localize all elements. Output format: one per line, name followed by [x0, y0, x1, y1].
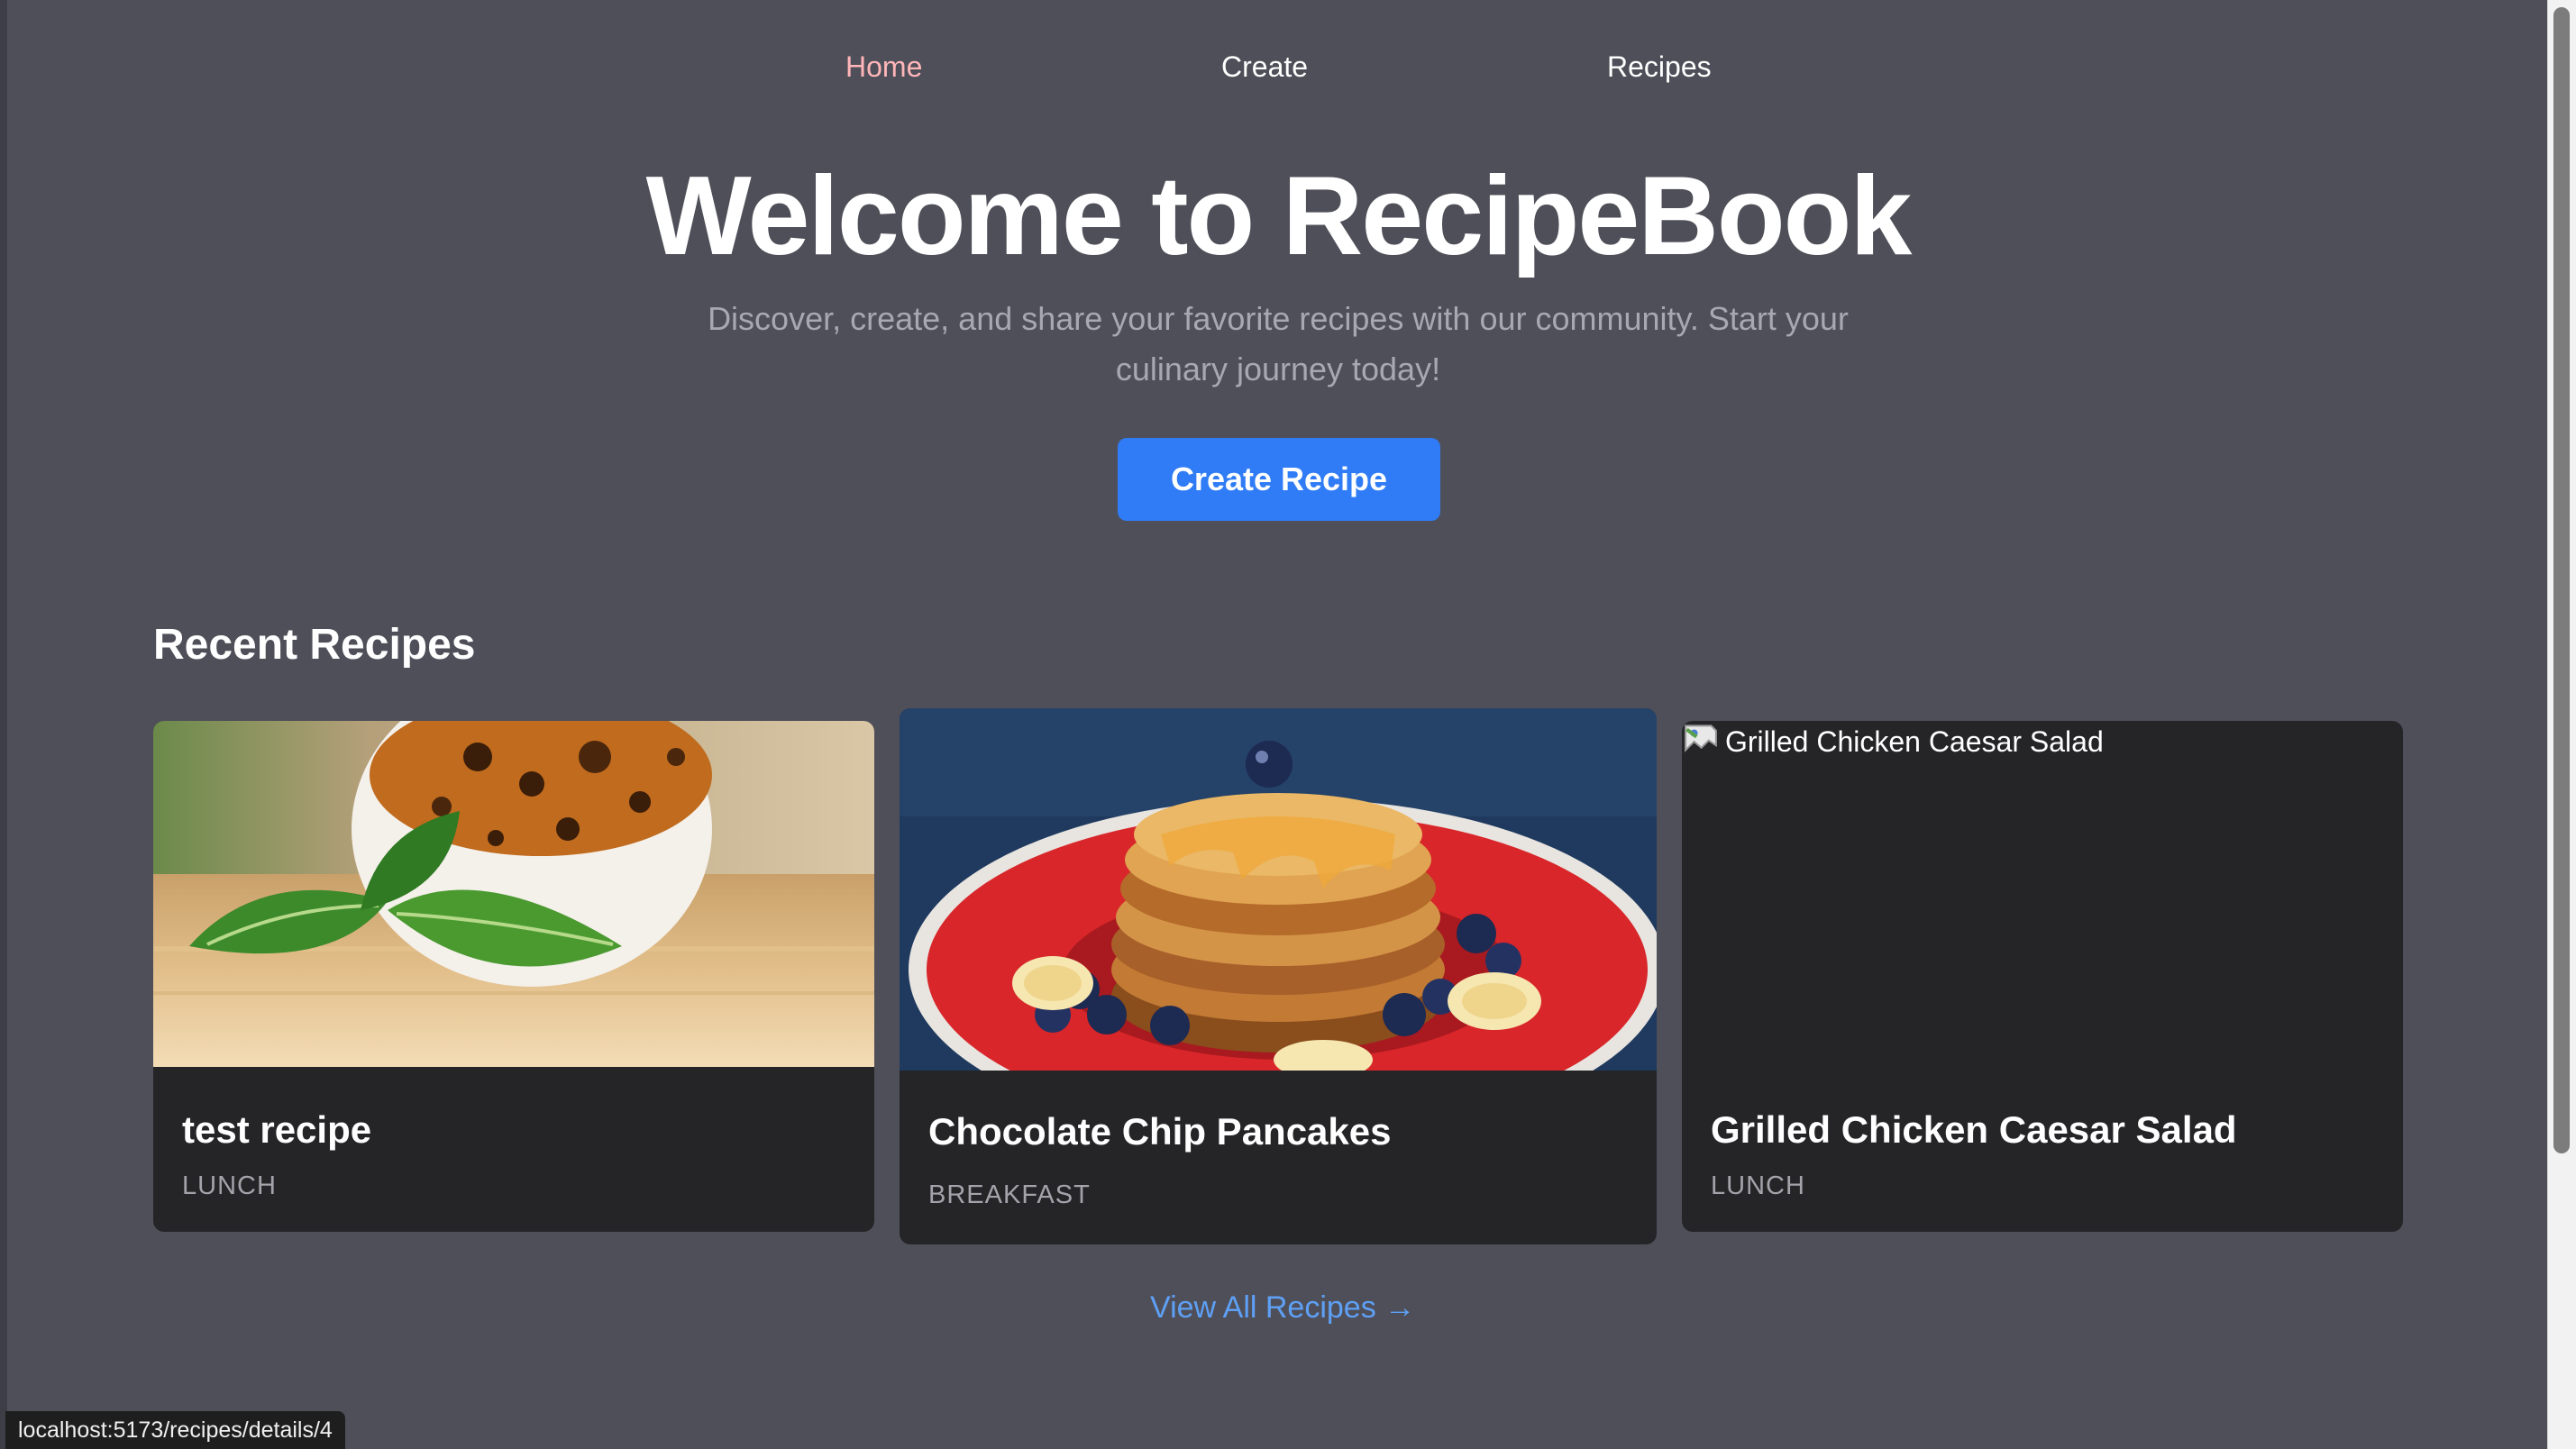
nav-link-create[interactable]: Create [1221, 41, 1308, 92]
nav-link-home[interactable]: Home [845, 41, 922, 92]
recipe-card-chocolate-chip-pancakes[interactable]: Chocolate Chip Pancakes BREAKFAST [900, 708, 1657, 1244]
status-bar-url: localhost:5173/recipes/details/4 [5, 1411, 345, 1449]
page-title: Welcome to RecipeBook [645, 154, 1913, 278]
top-navigation: Home Create Recipes [0, 41, 2547, 92]
scrollbar-thumb[interactable] [2553, 7, 2570, 1153]
view-all-recipes-link[interactable]: View All Recipes → [1150, 1290, 1415, 1326]
recipe-card-category: BREAKFAST [928, 1180, 1091, 1209]
recipe-image-broken: Grilled Chicken Caesar Salad [1682, 721, 2403, 1067]
recipe-card-grilled-chicken-caesar-salad[interactable]: Grilled Chicken Caesar Salad Grilled Chi… [1682, 721, 2403, 1232]
recipe-card-title: Grilled Chicken Caesar Salad [1711, 1108, 2237, 1151]
broken-image-placeholder: Grilled Chicken Caesar Salad [1682, 721, 2104, 762]
recipe-image-dessert [153, 721, 874, 1067]
recent-recipes-heading: Recent Recipes [153, 621, 476, 669]
broken-image-icon [1685, 724, 1717, 752]
recipe-image-pancakes [900, 708, 1657, 1071]
nav-link-recipes[interactable]: Recipes [1607, 41, 1712, 92]
hero-subtitle: Discover, create, and share your favorit… [708, 300, 1849, 387]
recipe-card-category: LUNCH [1711, 1171, 1805, 1200]
create-recipe-button[interactable]: Create Recipe [1118, 438, 1440, 521]
recipe-card-title: test recipe [182, 1108, 372, 1151]
recipe-card-category: LUNCH [182, 1171, 277, 1200]
recipe-card-test-recipe[interactable]: test recipe LUNCH [153, 721, 874, 1232]
recipe-card-title: Chocolate Chip Pancakes [928, 1110, 1392, 1153]
image-alt-text: Grilled Chicken Caesar Salad [1725, 724, 2104, 758]
